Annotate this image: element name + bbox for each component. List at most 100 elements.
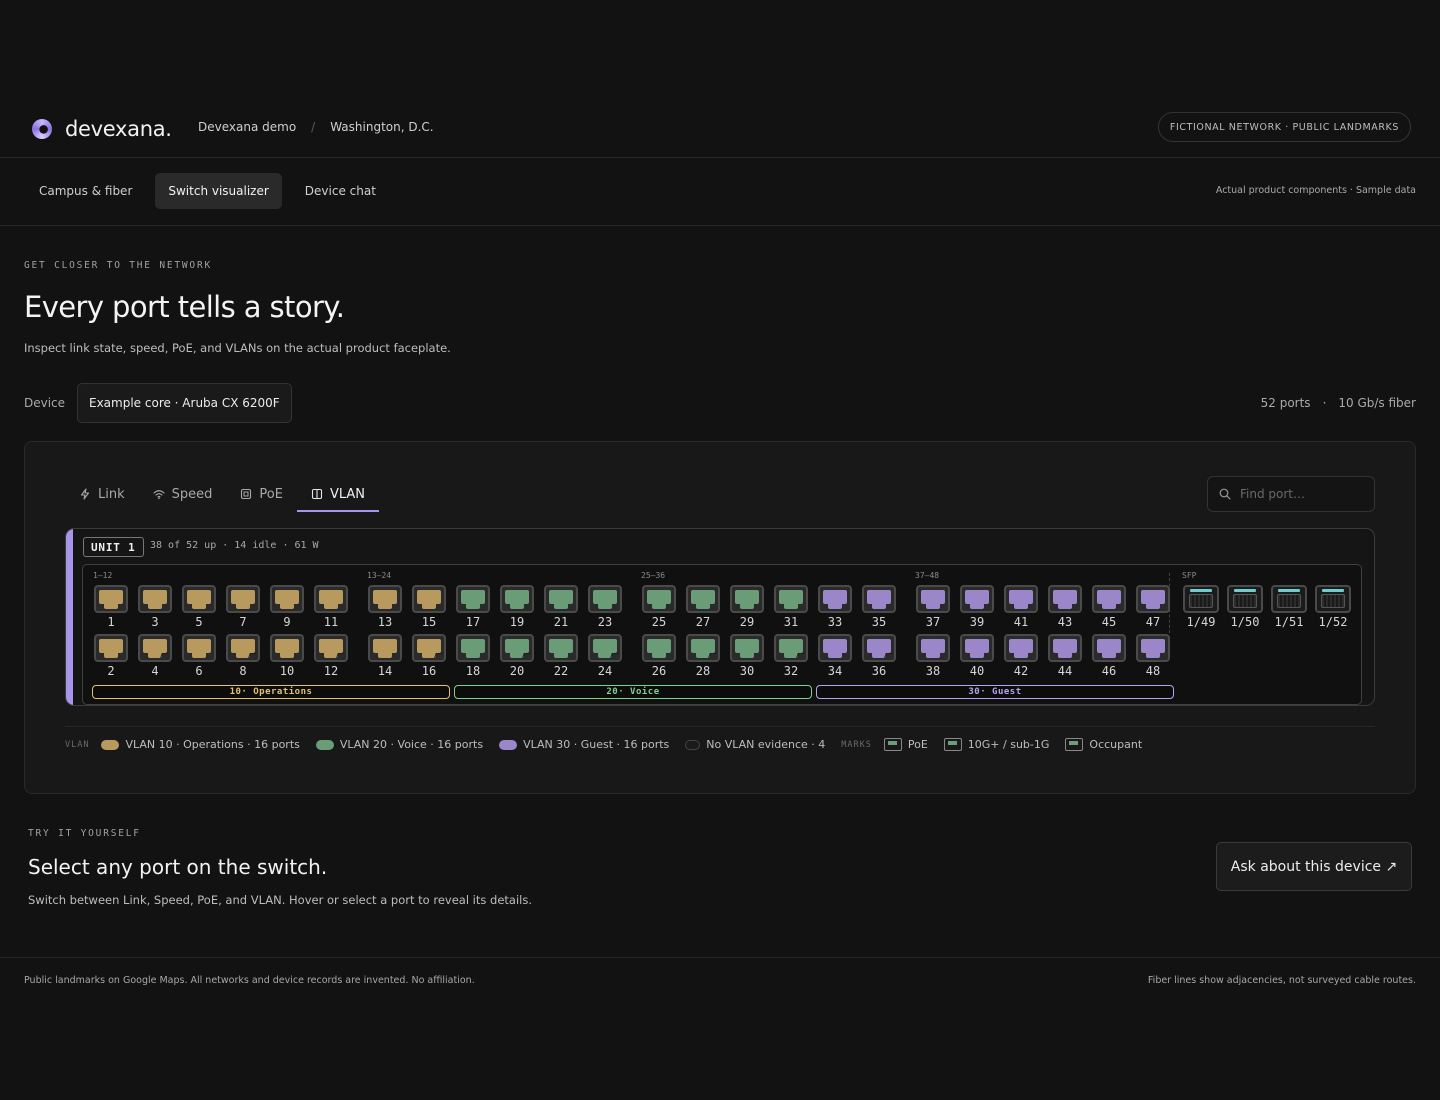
legend-no-vlan[interactable]: No VLAN evidence · 4 (706, 738, 825, 751)
sfp-port-50[interactable] (1227, 585, 1263, 613)
legend-vlan30[interactable]: VLAN 30 · Guest · 16 ports (523, 738, 669, 751)
switch-port-4[interactable] (138, 634, 172, 662)
switch-port-5[interactable] (182, 585, 216, 613)
switch-port-36[interactable] (862, 634, 896, 662)
switch-port-13[interactable] (368, 585, 402, 613)
port-number: 41 (1013, 615, 1029, 629)
port-search-input[interactable] (1240, 487, 1360, 501)
switch-port-11[interactable] (314, 585, 348, 613)
port-jack (319, 639, 343, 653)
switch-port-15[interactable] (412, 585, 446, 613)
port-jack-tab (696, 604, 710, 609)
mode-tab-link[interactable]: Link (65, 478, 139, 512)
port-number: 12 (323, 664, 339, 678)
switch-port-43[interactable] (1048, 585, 1082, 613)
switch-port-35[interactable] (862, 585, 896, 613)
switch-port-21[interactable] (544, 585, 578, 613)
breadcrumb-item-org[interactable]: Devexana demo (198, 120, 296, 134)
tab-device-chat[interactable]: Device chat (292, 173, 389, 209)
port-jack (319, 590, 343, 604)
switch-port-44[interactable] (1048, 634, 1082, 662)
switch-port-7[interactable] (226, 585, 260, 613)
port-jack (549, 590, 573, 604)
sfp-port-number: 1/49 (1186, 615, 1216, 629)
port-jack (231, 590, 255, 604)
switch-port-18[interactable] (456, 634, 490, 662)
port-number: 7 (239, 615, 247, 629)
sfp-port-52[interactable] (1315, 585, 1351, 613)
switch-port-45[interactable] (1092, 585, 1126, 613)
switch-port-37[interactable] (916, 585, 950, 613)
port-jack (593, 590, 617, 604)
switch-port-32[interactable] (774, 634, 808, 662)
switch-port-26[interactable] (642, 634, 676, 662)
port-jack-tab (104, 604, 118, 609)
ask-device-button[interactable]: Ask about this device ↗ (1216, 842, 1412, 891)
brand-logo[interactable]: devexana. (32, 117, 172, 141)
port-jack-tab (466, 604, 480, 609)
switch-port-47[interactable] (1136, 585, 1170, 613)
switch-port-40[interactable] (960, 634, 994, 662)
switch-port-1[interactable] (94, 585, 128, 613)
page-title: Every port tells a story. (24, 290, 345, 324)
legend-chip-none (685, 739, 701, 750)
switch-port-42[interactable] (1004, 634, 1038, 662)
mode-tab-poe[interactable]: PoE (226, 478, 297, 512)
switch-port-38[interactable] (916, 634, 950, 662)
port-jack-tab (740, 653, 754, 658)
port-jack (461, 590, 485, 604)
switch-port-12[interactable] (314, 634, 348, 662)
poe-mark-icon (708, 653, 717, 658)
switch-port-3[interactable] (138, 585, 172, 613)
sfp-cage (1233, 594, 1257, 608)
legend-vlan20[interactable]: VLAN 20 · Voice · 16 ports (340, 738, 483, 751)
switch-port-19[interactable] (500, 585, 534, 613)
tab-campus-fiber[interactable]: Campus & fiber (26, 173, 145, 209)
switch-port-27[interactable] (686, 585, 720, 613)
switch-port-10[interactable] (270, 634, 304, 662)
switch-port-25[interactable] (642, 585, 676, 613)
switch-port-17[interactable] (456, 585, 490, 613)
port-jack (691, 639, 715, 653)
breadcrumb-item-location[interactable]: Washington, D.C. (330, 120, 433, 134)
switch-port-2[interactable] (94, 634, 128, 662)
switch-port-29[interactable] (730, 585, 764, 613)
switch-port-48[interactable] (1136, 634, 1170, 662)
sfp-port-51[interactable] (1271, 585, 1307, 613)
switch-port-14[interactable] (368, 634, 402, 662)
switch-port-41[interactable] (1004, 585, 1038, 613)
legend-vlan10[interactable]: VLAN 10 · Operations · 16 ports (125, 738, 299, 751)
port-search[interactable] (1207, 476, 1375, 512)
switch-port-39[interactable] (960, 585, 994, 613)
sfp-port-49[interactable] (1183, 585, 1219, 613)
switch-port-22[interactable] (544, 634, 578, 662)
switch-port-20[interactable] (500, 634, 534, 662)
tab-switch-visualizer[interactable]: Switch visualizer (155, 173, 282, 209)
sfp-link-led (1278, 589, 1300, 592)
switch-port-23[interactable] (588, 585, 622, 613)
port-jack-tab (872, 604, 886, 609)
group-label-sfp: SFP (1182, 571, 1197, 580)
mode-tab-vlan[interactable]: VLAN (296, 478, 379, 512)
mode-tab-label: VLAN (329, 486, 365, 502)
port-number: 38 (925, 664, 941, 678)
occupant-mark-icon (1065, 738, 1084, 751)
switch-port-24[interactable] (588, 634, 622, 662)
port-number: 3 (151, 615, 159, 629)
switch-port-28[interactable] (686, 634, 720, 662)
switch-port-6[interactable] (182, 634, 216, 662)
port-number: 14 (377, 664, 393, 678)
switch-port-31[interactable] (774, 585, 808, 613)
switch-port-9[interactable] (270, 585, 304, 613)
switch-port-34[interactable] (818, 634, 852, 662)
legend-chip-vlan30 (499, 739, 518, 750)
switch-port-33[interactable] (818, 585, 852, 613)
switch-port-30[interactable] (730, 634, 764, 662)
switch-port-8[interactable] (226, 634, 260, 662)
switch-port-16[interactable] (412, 634, 446, 662)
device-select[interactable]: Example core · Aruba CX 6200F (77, 383, 292, 423)
port-jack-tab (466, 653, 480, 658)
port-number: 9 (283, 615, 291, 629)
switch-port-46[interactable] (1092, 634, 1126, 662)
mode-tab-speed[interactable]: Speed (139, 478, 227, 512)
